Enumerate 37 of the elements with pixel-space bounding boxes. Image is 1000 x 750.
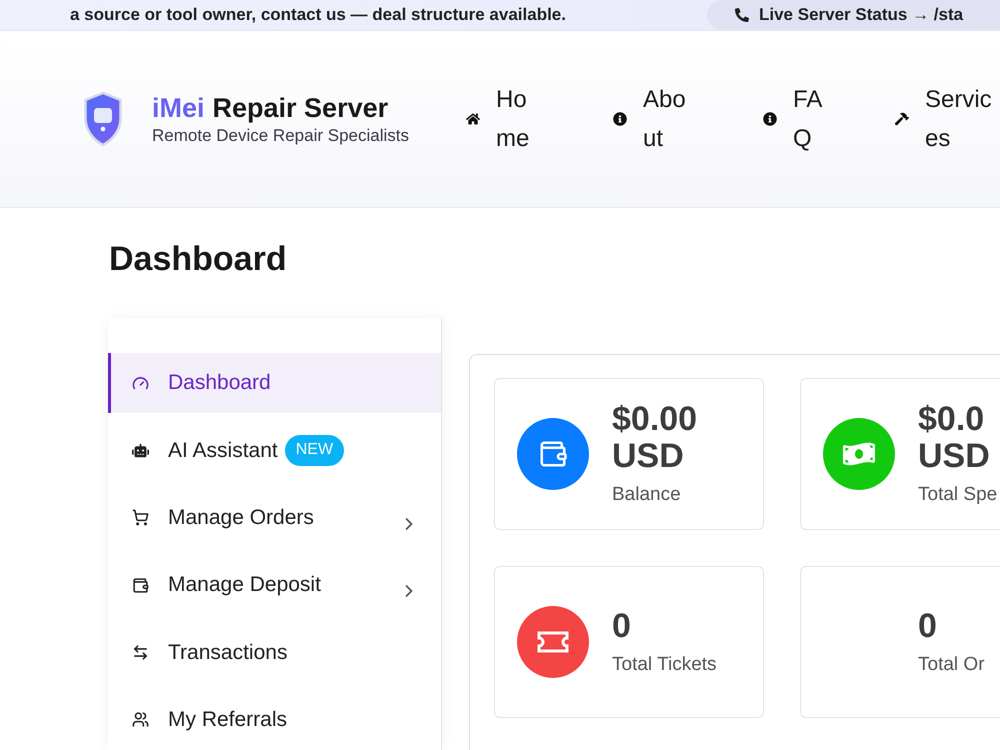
- stat-value: $0.00 USD: [612, 401, 698, 475]
- sidebar-item[interactable]: AI Assistant NEW: [108, 420, 441, 481]
- stat-value: $0.0 USD: [918, 401, 991, 475]
- sidebar-item[interactable]: Manage Orders: [108, 488, 441, 548]
- brand-tagline: Remote Device Repair Specialists: [152, 124, 409, 146]
- nav-link[interactable]: Home: [466, 80, 536, 158]
- sidebar-item[interactable]: My Referrals: [108, 690, 441, 750]
- new-badge: NEW: [284, 434, 344, 466]
- info-icon: [763, 112, 777, 126]
- sidebar-item[interactable]: Dashboard: [108, 353, 441, 414]
- server-status-link[interactable]: Live Server Status → /sta: [707, 0, 1000, 30]
- robot-icon: [132, 442, 149, 459]
- page-title: Dashboard: [109, 239, 287, 279]
- stat-label: Balance: [612, 483, 681, 507]
- nav-link[interactable]: FAQ: [763, 80, 833, 158]
- announcement-text: a source or tool owner, contact us — deal structure available.: [70, 4, 566, 26]
- gauge-icon: [132, 374, 149, 392]
- nav-link[interactable]: About: [613, 80, 691, 158]
- stat-label: Total Spe: [918, 483, 998, 507]
- info-icon: [613, 112, 627, 126]
- brand-name: Repair Server: [212, 92, 388, 124]
- shield-icon: [83, 91, 123, 147]
- sidebar-item[interactable]: Manage Deposit: [108, 554, 441, 616]
- stat-label: Total Or: [918, 652, 985, 676]
- wallet-icon: [132, 576, 149, 594]
- sidebar-item[interactable]: Transactions: [108, 622, 441, 683]
- brand-prefix: iMei: [152, 92, 205, 124]
- nav-link[interactable]: Services: [895, 80, 995, 158]
- cart-icon: [132, 509, 149, 526]
- home-icon: [466, 112, 480, 126]
- stat-label: Total Tickets: [612, 652, 717, 676]
- stat-value: 0: [612, 608, 631, 644]
- hammer-icon: [895, 112, 909, 126]
- swap-arrows-icon: [132, 644, 149, 661]
- stat-value: 0: [918, 608, 937, 644]
- phone-icon: [735, 8, 749, 22]
- users-icon: [132, 711, 149, 728]
